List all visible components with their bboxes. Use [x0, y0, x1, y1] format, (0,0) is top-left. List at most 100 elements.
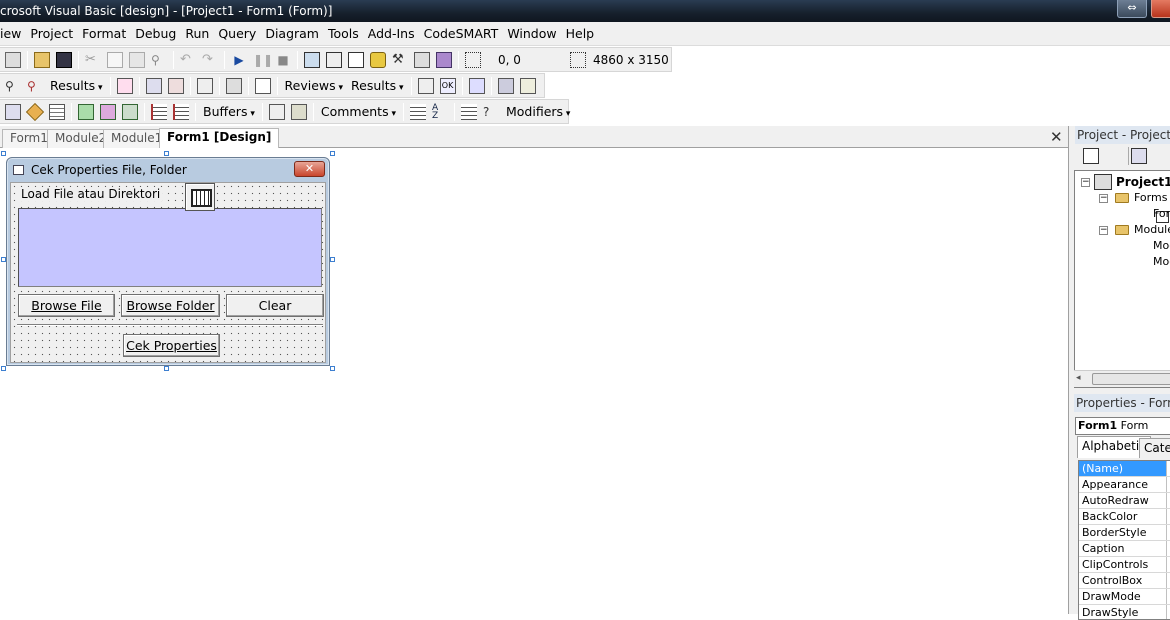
cut-icon[interactable]: ✂ [85, 52, 101, 68]
tree-horizontal-scrollbar[interactable]: ◂ [1074, 370, 1170, 387]
form1-design-window[interactable]: Cek Properties File, Folder ✕ Load File … [6, 157, 330, 366]
resize-handle[interactable] [1, 366, 6, 371]
view-code-icon[interactable] [1083, 148, 1099, 164]
form-close-button[interactable]: ✕ [294, 161, 325, 177]
table-icon[interactable] [49, 104, 65, 120]
toolbox-icon[interactable]: ⚒ [392, 52, 408, 68]
properties-window-icon[interactable] [326, 52, 342, 68]
tree-form1[interactable]: For [1153, 207, 1170, 220]
prop-row-controlbox[interactable]: ControlBox [1079, 573, 1170, 589]
grid-icon[interactable] [146, 78, 162, 94]
window-icon[interactable] [226, 78, 242, 94]
results-dropdown-1[interactable]: Results [46, 78, 107, 93]
copy-icon[interactable] [107, 52, 123, 68]
clear-button[interactable]: Clear [226, 294, 324, 317]
object-selector[interactable]: Form1 Form [1075, 417, 1170, 435]
paste-icon[interactable] [129, 52, 145, 68]
label-load-file[interactable]: Load File atau Direktori [19, 187, 162, 201]
prop-row-drawmode[interactable]: DrawMode [1079, 589, 1170, 605]
clipboard-icon[interactable] [520, 78, 536, 94]
align-icon[interactable] [410, 104, 426, 120]
tab-categorized[interactable]: Categ [1139, 438, 1170, 458]
tab-form1-design[interactable]: Form1 [Design] [159, 128, 279, 148]
outdent-icon[interactable] [173, 104, 189, 120]
search-replace-icon[interactable]: ⚲ [27, 78, 43, 94]
tag-icon[interactable] [26, 102, 44, 120]
list-icon[interactable] [418, 78, 434, 94]
resize-handle[interactable] [164, 366, 169, 371]
browse-folder-button[interactable]: Browse Folder [121, 294, 220, 317]
modifier-icon[interactable]: ? [483, 104, 499, 120]
number-list-icon[interactable] [461, 104, 477, 120]
menu-format[interactable]: Format [82, 26, 126, 41]
resize-handle[interactable] [164, 151, 169, 156]
file-list-box[interactable] [18, 208, 322, 287]
menu-tools[interactable]: Tools [328, 26, 359, 41]
collapse-icon[interactable]: − [1099, 194, 1108, 203]
tree-module[interactable]: Mod [1153, 239, 1170, 252]
find-icon[interactable]: ⚲ [151, 52, 167, 68]
resize-handle[interactable] [1, 151, 6, 156]
form-client-area[interactable]: Load File atau Direktori Browse File Bro… [10, 182, 326, 363]
comments-dropdown[interactable]: Comments [317, 104, 400, 119]
tree-modules-folder[interactable]: Modules [1134, 223, 1170, 236]
sort-az-icon[interactable]: AZ [432, 104, 448, 120]
undo-icon[interactable]: ↶ [180, 52, 196, 68]
resize-handle[interactable] [330, 257, 335, 262]
modifiers-dropdown[interactable]: Modifiers [502, 104, 574, 119]
restore-button[interactable]: ⇔ [1117, 0, 1147, 18]
scrollbar-thumb[interactable] [1092, 373, 1170, 385]
new-form-icon[interactable] [5, 52, 21, 68]
results-dropdown-2[interactable]: Results [347, 78, 408, 93]
clear-icon[interactable] [197, 78, 213, 94]
component-manager-icon[interactable] [436, 52, 452, 68]
save-icon[interactable] [56, 52, 72, 68]
form-layout-icon[interactable] [348, 52, 364, 68]
break-icon[interactable]: ❚❚ [253, 52, 269, 68]
hierarchy-icon[interactable] [122, 104, 138, 120]
insert-icon[interactable] [100, 104, 116, 120]
end-icon[interactable]: ■ [275, 52, 291, 68]
collapse-icon[interactable]: − [1099, 226, 1108, 235]
tree-project1[interactable]: Project1 ( [1116, 175, 1170, 189]
project-explorer-icon[interactable] [304, 52, 320, 68]
collapse-icon[interactable]: − [1081, 178, 1090, 187]
browse-file-button[interactable]: Browse File [18, 294, 115, 317]
redo-icon[interactable]: ↷ [202, 52, 218, 68]
cek-properties-button[interactable]: Cek Properties [123, 334, 220, 357]
prop-row-caption[interactable]: Caption [1079, 541, 1170, 557]
close-tab-icon[interactable]: ✕ [1050, 128, 1063, 146]
window-close-button[interactable] [1151, 0, 1170, 18]
open-icon[interactable] [34, 52, 50, 68]
prop-row-borderstyle[interactable]: BorderStyle [1079, 525, 1170, 541]
copy-buffer-icon[interactable] [269, 104, 285, 120]
binoculars-icon[interactable]: ⚲ [5, 78, 21, 94]
code-window-icon[interactable] [5, 104, 21, 120]
paste-buffer-icon[interactable] [291, 104, 307, 120]
menu-query[interactable]: Query [218, 26, 256, 41]
resize-handle[interactable] [330, 151, 335, 156]
prop-row-backcolor[interactable]: BackColor [1079, 509, 1170, 525]
menu-window[interactable]: Window [507, 26, 556, 41]
edit-icon[interactable] [469, 78, 485, 94]
resize-handle[interactable] [330, 366, 335, 371]
add-code-icon[interactable] [78, 104, 94, 120]
start-icon[interactable]: ▶ [231, 52, 247, 68]
scroll-left-icon[interactable]: ◂ [1076, 373, 1081, 383]
prop-row-clipcontrols[interactable]: ClipControls [1079, 557, 1170, 573]
prop-row-appearance[interactable]: Appearance [1079, 477, 1170, 493]
menu-run[interactable]: Run [185, 26, 209, 41]
checklist-icon[interactable] [255, 78, 271, 94]
prop-row-autoredraw[interactable]: AutoRedraw [1079, 493, 1170, 509]
object-browser-icon[interactable] [370, 52, 386, 68]
data-view-icon[interactable] [414, 52, 430, 68]
menu-project[interactable]: Project [30, 26, 73, 41]
window-cascade-icon[interactable] [498, 78, 514, 94]
common-dialog-control-icon[interactable] [185, 183, 215, 211]
menu-add-ins[interactable]: Add-Ins [368, 26, 415, 41]
tree-forms-folder[interactable]: Forms [1134, 191, 1167, 204]
prop-row-name[interactable]: (Name) [1079, 461, 1170, 477]
menu-debug[interactable]: Debug [135, 26, 176, 41]
tree-module[interactable]: Mod [1153, 255, 1170, 268]
ok-icon[interactable]: OK [440, 78, 456, 94]
